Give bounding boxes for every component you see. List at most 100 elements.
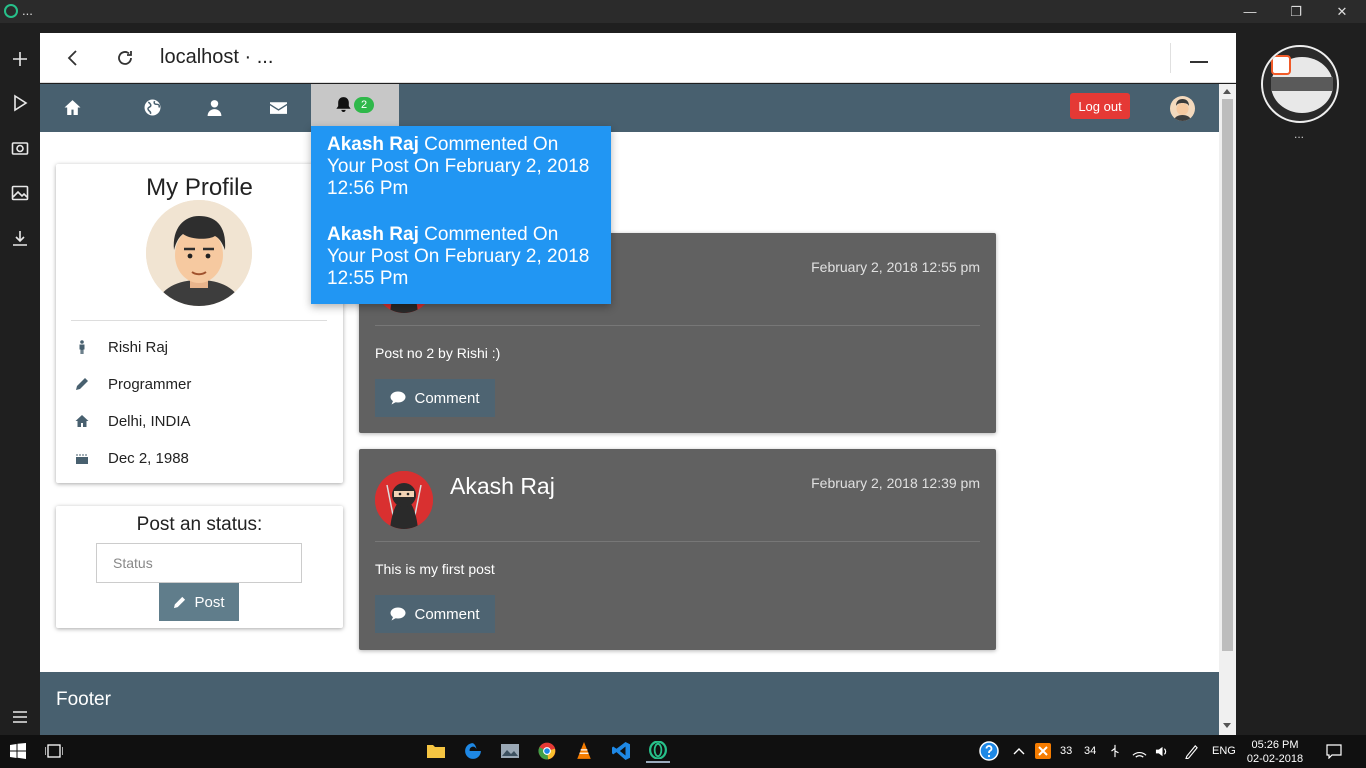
post-status-title: Post an status: (136, 514, 263, 535)
site-navbar: 2 Log out (40, 84, 1219, 132)
post-date: February 2, 2018 12:55 pm (811, 259, 980, 275)
comment-button[interactable]: Comment (375, 379, 495, 417)
image-icon[interactable] (8, 181, 32, 205)
toolbar-divider (1170, 43, 1171, 73)
post-content: Post no 2 by Rishi :) (375, 345, 501, 361)
window-title: ... (22, 3, 33, 18)
vscode-icon[interactable] (609, 739, 633, 763)
post-date: February 2, 2018 12:39 pm (811, 475, 980, 491)
nav-user-avatar[interactable] (1170, 96, 1195, 121)
download-icon[interactable] (8, 226, 32, 250)
xampp-icon (1271, 55, 1291, 75)
home-icon[interactable] (61, 96, 83, 118)
scroll-down-icon[interactable] (1223, 723, 1231, 728)
menu-icon[interactable] (8, 705, 32, 729)
profile-occupation-row: Programmer (74, 373, 191, 395)
reload-button[interactable] (112, 45, 138, 71)
profile-occupation: Programmer (108, 375, 192, 393)
home-icon (74, 413, 90, 429)
speed-dial-label: ... (1294, 127, 1305, 141)
edge-browser-icon[interactable] (461, 739, 485, 763)
comment-button[interactable]: Comment (375, 595, 495, 633)
minimize-window-button[interactable]: — (1227, 0, 1273, 23)
volume-icon[interactable] (1150, 739, 1174, 763)
speed-dial-thumbnail[interactable] (1261, 45, 1339, 123)
pencil-icon (74, 376, 90, 392)
camera-icon[interactable] (8, 136, 32, 160)
url-field[interactable]: localhost · ... (160, 46, 273, 69)
post-content: This is my first post (375, 561, 495, 577)
url-host: localhost (160, 46, 239, 68)
close-window-button[interactable]: ✕ (1319, 0, 1365, 23)
speed-dial-panel: ... (1236, 23, 1366, 735)
post-author[interactable]: Akash Raj (450, 473, 555, 500)
bell-icon (335, 96, 352, 118)
notification-count-badge: 2 (354, 97, 374, 113)
help-icon[interactable] (977, 739, 1001, 763)
profile-name-row: Rishi Raj (74, 336, 168, 358)
play-icon[interactable] (8, 91, 32, 115)
notification-item[interactable]: Akash Raj Commented On Your Post On Febr… (327, 224, 595, 290)
restore-window-button[interactable]: ❐ (1273, 0, 1319, 23)
globe-icon[interactable] (141, 96, 163, 118)
xampp-tray-icon[interactable] (1031, 739, 1055, 763)
plus-icon[interactable] (8, 47, 32, 71)
pencil-icon (174, 596, 186, 608)
chrome-icon[interactable] (535, 739, 559, 763)
chevron-up-icon[interactable] (1007, 739, 1031, 763)
user-icon[interactable] (203, 96, 225, 118)
profile-card: My Profile Rishi Raj Programmer Delhi, I… (56, 164, 343, 483)
logout-button[interactable]: Log out (1070, 93, 1130, 119)
scrollbar-thumb[interactable] (1222, 99, 1233, 651)
profile-avatar (146, 200, 252, 306)
tray-number-1: 33 (1060, 745, 1073, 757)
browser-sidebar (0, 23, 40, 735)
thumbnail-bar (1271, 77, 1333, 91)
comment-icon (390, 391, 406, 405)
comment-icon (390, 607, 406, 621)
site-footer: Footer (40, 672, 1219, 735)
clock-time: 05:26 PM (1251, 739, 1299, 751)
notification-user: Akash Raj (327, 134, 419, 155)
back-button[interactable] (60, 45, 86, 71)
os-titlebar: ... — ❐ ✕ (0, 0, 1366, 23)
usb-icon[interactable] (1103, 739, 1127, 763)
post-button-label: Post (194, 593, 225, 611)
scroll-up-icon[interactable] (1223, 89, 1231, 94)
page-viewport: 2 Log out My Profile Rishi Raj Programme… (40, 84, 1236, 735)
opera-logo-icon (4, 4, 18, 18)
clock-date: 02-02-2018 (1246, 753, 1304, 765)
windows-start-icon[interactable] (6, 739, 30, 763)
envelope-icon[interactable] (267, 96, 289, 118)
notification-item[interactable]: Akash Raj Commented On Your Post On Febr… (327, 134, 595, 200)
file-explorer-icon[interactable] (424, 739, 448, 763)
profile-birthday-row: Dec 2, 1988 (74, 447, 189, 469)
profile-divider (71, 320, 327, 321)
pen-icon[interactable] (1179, 739, 1203, 763)
task-view-icon[interactable] (42, 739, 66, 763)
url-suffix: · ... (244, 46, 274, 68)
clock[interactable]: 05:26 PM 02-02-2018 (1246, 738, 1304, 766)
post-button[interactable]: Post (159, 583, 239, 621)
page-scrollbar[interactable] (1219, 84, 1236, 735)
post-divider (375, 541, 980, 542)
language-indicator[interactable]: ENG (1212, 745, 1236, 757)
action-center-icon[interactable] (1322, 739, 1346, 763)
comment-button-label: Comment (414, 389, 480, 407)
browser-address-bar: localhost · ... (40, 33, 1236, 83)
status-input[interactable] (96, 543, 302, 583)
footer-text: Footer (56, 689, 111, 710)
profile-location: Delhi, INDIA (108, 412, 191, 430)
profile-location-row: Delhi, INDIA (74, 410, 191, 432)
notifications-tab[interactable]: 2 (311, 84, 399, 128)
male-icon (74, 339, 90, 355)
photos-app-icon[interactable] (498, 739, 522, 763)
tray-number-2: 34 (1084, 745, 1097, 757)
birthday-cake-icon (74, 450, 90, 466)
vlc-icon[interactable] (572, 739, 596, 763)
comment-button-label: Comment (414, 605, 480, 623)
minimize-panel-button[interactable] (1190, 61, 1208, 63)
post-status-card: Post an status: Post (56, 506, 343, 628)
opera-browser-icon[interactable] (646, 739, 670, 763)
network-icon[interactable] (1127, 739, 1151, 763)
